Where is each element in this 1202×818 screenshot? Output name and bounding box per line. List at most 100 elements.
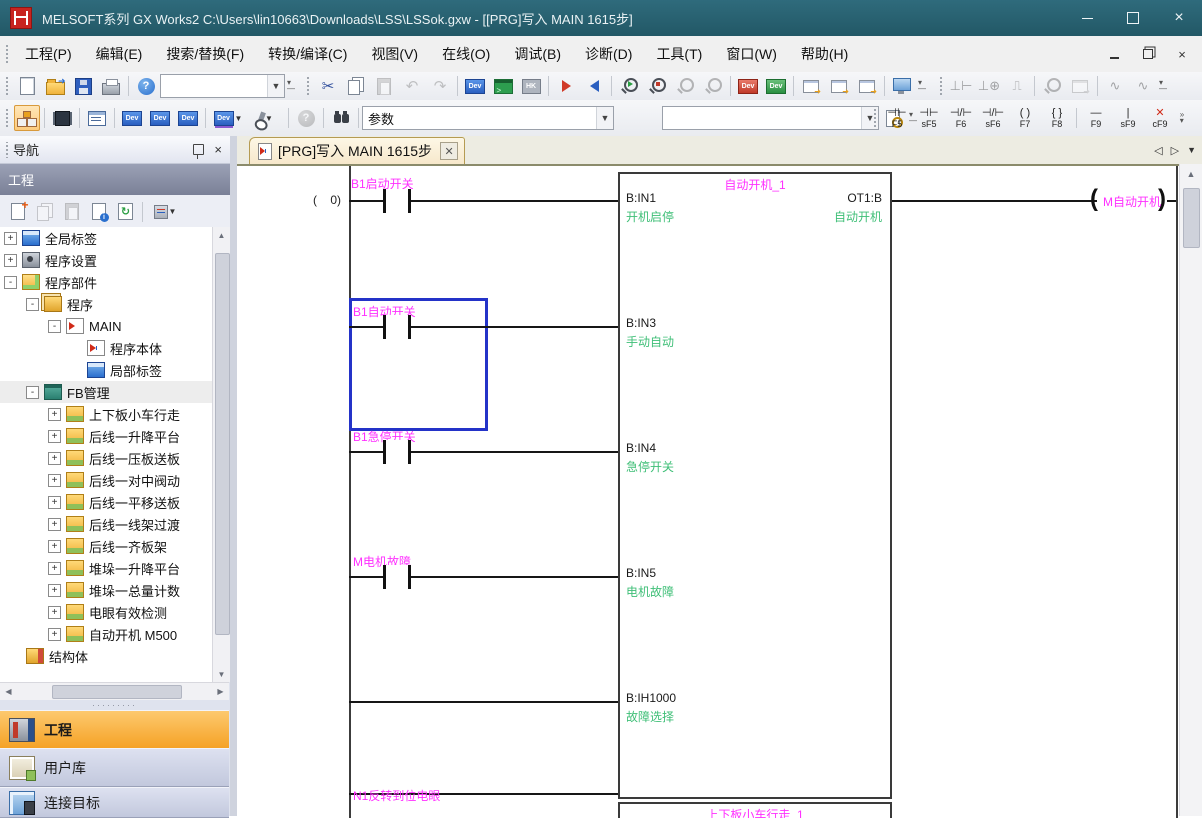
nav-property-button[interactable] xyxy=(86,199,111,224)
ladder-canvas[interactable]: ( 0) B1启动开关 ( M自动开机 ) B1自动开关 B1急停开关 M电机故… xyxy=(237,164,1180,818)
chevron-down-icon[interactable]: ▼ xyxy=(596,107,613,129)
coil-button[interactable]: ( )F7 xyxy=(1009,102,1041,134)
window-switch-button-1[interactable] xyxy=(798,73,824,99)
menu-window[interactable]: 窗口(W) xyxy=(714,36,789,72)
horizontal-line-button[interactable]: —F9 xyxy=(1080,102,1112,134)
monitor-pause-button[interactable] xyxy=(672,73,698,99)
scroll-up-icon[interactable]: ▲ xyxy=(1180,164,1202,184)
read-from-plc-button[interactable] xyxy=(581,73,607,99)
editor-vertical-scrollbar[interactable]: ▲ xyxy=(1179,164,1202,816)
tree-item-fb-auto-start-m500[interactable]: +自动开机 M500 xyxy=(0,623,229,645)
tree-item-program[interactable]: -程序 xyxy=(0,293,229,315)
vertical-line-button[interactable]: |sF9 xyxy=(1112,102,1144,134)
paste-button[interactable] xyxy=(371,73,397,99)
project-combo[interactable]: ▼ xyxy=(160,74,285,98)
nav-copy-button[interactable] xyxy=(32,199,57,224)
tree-item-fb-align-rack[interactable]: +后线一齐板架 xyxy=(0,535,229,557)
instruction-button[interactable]: { }F8 xyxy=(1041,102,1073,134)
nav-refresh-button[interactable]: ↻ xyxy=(113,199,138,224)
menu-compile[interactable]: 转换/编译(C) xyxy=(256,36,359,72)
tree-item-fb-press-feed[interactable]: +后线一压板送板 xyxy=(0,447,229,469)
nav-new-button[interactable] xyxy=(5,199,30,224)
scrollbar-thumb[interactable] xyxy=(52,685,182,699)
tree-item-fb-management[interactable]: -FB管理 xyxy=(0,381,229,403)
scroll-left-icon[interactable]: ◀ xyxy=(0,683,17,700)
mdi-close-button[interactable]: × xyxy=(1172,44,1192,64)
tree-vertical-scrollbar[interactable]: ▲ ▼ xyxy=(212,227,230,682)
intelligent-module-button[interactable] xyxy=(49,105,75,131)
scroll-down-icon[interactable]: ▼ xyxy=(213,666,230,682)
window-switch-button-3[interactable] xyxy=(854,73,880,99)
toolbar-overflow-icon[interactable]: ▾— xyxy=(285,74,297,98)
tab-list-dropdown-icon[interactable]: ▼ xyxy=(1187,145,1196,155)
window-switch-button-2[interactable] xyxy=(826,73,852,99)
cut-button[interactable]: ✂ xyxy=(315,73,341,99)
scroll-right-icon[interactable]: ▶ xyxy=(212,683,229,700)
tree-item-fb-stack-count[interactable]: +堆垛一总量计数 xyxy=(0,579,229,601)
help2-button[interactable]: ? xyxy=(293,105,319,131)
toolbar-overflow-icon[interactable]: »▾ xyxy=(1176,106,1188,130)
closed-contact-button[interactable]: ⊣/⊢F6 xyxy=(945,102,977,134)
tree-item-fb-translate-feed[interactable]: +后线一平移送板 xyxy=(0,491,229,513)
trace-search-button[interactable] xyxy=(1039,73,1065,99)
close-button[interactable]: × xyxy=(1156,0,1202,36)
menu-view[interactable]: 视图(V) xyxy=(359,36,430,72)
help-button[interactable]: ? xyxy=(133,73,159,99)
buffer-monitor-button[interactable]: HK xyxy=(518,73,544,99)
rung3-contact[interactable] xyxy=(383,440,411,464)
device-search-button[interactable]: ▼ xyxy=(248,105,284,131)
tree-item-fb-rack-transition[interactable]: +后线一线架过渡 xyxy=(0,513,229,535)
tree-item-program-settings[interactable]: +程序设置 xyxy=(0,249,229,271)
tab-scroll-right-icon[interactable]: ▷ xyxy=(1171,144,1179,157)
dev-monitor-stop-button[interactable]: Dev xyxy=(763,73,789,99)
tree-horizontal-scrollbar[interactable]: ◀ ▶ xyxy=(0,682,229,700)
tree-item-program-body[interactable]: 程序本体 xyxy=(0,337,229,359)
menu-debug[interactable]: 调试(B) xyxy=(502,36,573,72)
device-find-button[interactable]: Dev xyxy=(462,73,488,99)
new-doc-button[interactable] xyxy=(14,73,40,99)
chevron-down-icon[interactable]: ▼ xyxy=(267,75,284,97)
nav-sort-button[interactable]: ▼ xyxy=(147,199,183,224)
print-button[interactable] xyxy=(98,73,124,99)
tree-item-pou[interactable]: -程序部件 xyxy=(0,271,229,293)
tab-scroll-left-icon[interactable]: ◁ xyxy=(1154,144,1162,157)
rung1-contact[interactable] xyxy=(383,189,411,213)
wave-chart-button-2[interactable]: ∿ xyxy=(1130,73,1156,99)
parameter-combo[interactable]: 参数▼ xyxy=(362,106,614,130)
open-contact-button[interactable]: ⊣⊢F5 xyxy=(881,102,913,134)
redo-button[interactable]: ↷ xyxy=(427,73,453,99)
nav-button-user-library[interactable]: 用户库 xyxy=(0,748,229,787)
function-block-auto-start[interactable]: 自动开机_1 B:IN1 开机启停 B:IN3 手动自动 B:IN4 急停开关 … xyxy=(618,172,892,799)
monitor-start-button[interactable] xyxy=(616,73,642,99)
pc-monitor-button[interactable] xyxy=(889,73,915,99)
parallel-open-contact-button[interactable]: ⊣⊢sF5 xyxy=(913,102,945,134)
tree-item-fb-lift-platform[interactable]: +后线一升降平台 xyxy=(0,425,229,447)
find-button[interactable] xyxy=(328,105,354,131)
wave-chart-button-1[interactable]: ∿ xyxy=(1102,73,1128,99)
tree-item-structures[interactable]: 结构体 xyxy=(0,645,229,667)
coil-label[interactable]: M自动开机 xyxy=(1103,193,1161,210)
monitor-resume-button[interactable] xyxy=(700,73,726,99)
monitor-stop-button[interactable] xyxy=(644,73,670,99)
save-button[interactable] xyxy=(70,73,96,99)
tree-item-fb-stack-lift[interactable]: +堆垛一升降平台 xyxy=(0,557,229,579)
menu-tools[interactable]: 工具(T) xyxy=(644,36,714,72)
nav-paste-button[interactable] xyxy=(59,199,84,224)
rung2-contact[interactable] xyxy=(383,315,411,339)
trace-transfer-button[interactable] xyxy=(1067,73,1093,99)
sampling-trace-button-3[interactable]: ⎍ xyxy=(1004,73,1030,99)
program-list-button[interactable] xyxy=(84,105,110,131)
nav-button-project[interactable]: 工程 xyxy=(0,710,229,749)
toolbar-overflow-icon[interactable]: ▾— xyxy=(916,74,928,98)
panel-splitter[interactable] xyxy=(230,136,237,816)
mdi-minimize-button[interactable] xyxy=(1104,44,1124,64)
device-comment-button[interactable]: Dev xyxy=(119,105,145,131)
minimize-button[interactable] xyxy=(1064,0,1110,36)
dev-monitor-start-button[interactable]: Dev xyxy=(735,73,761,99)
mdi-restore-button[interactable] xyxy=(1138,44,1158,64)
open-project-button[interactable] xyxy=(42,73,68,99)
scrollbar-thumb[interactable] xyxy=(1183,188,1200,248)
toolbar-overflow-icon[interactable]: ▾— xyxy=(1157,74,1169,98)
maximize-button[interactable] xyxy=(1110,0,1156,36)
device-search-combo[interactable]: ▼ xyxy=(662,106,879,130)
